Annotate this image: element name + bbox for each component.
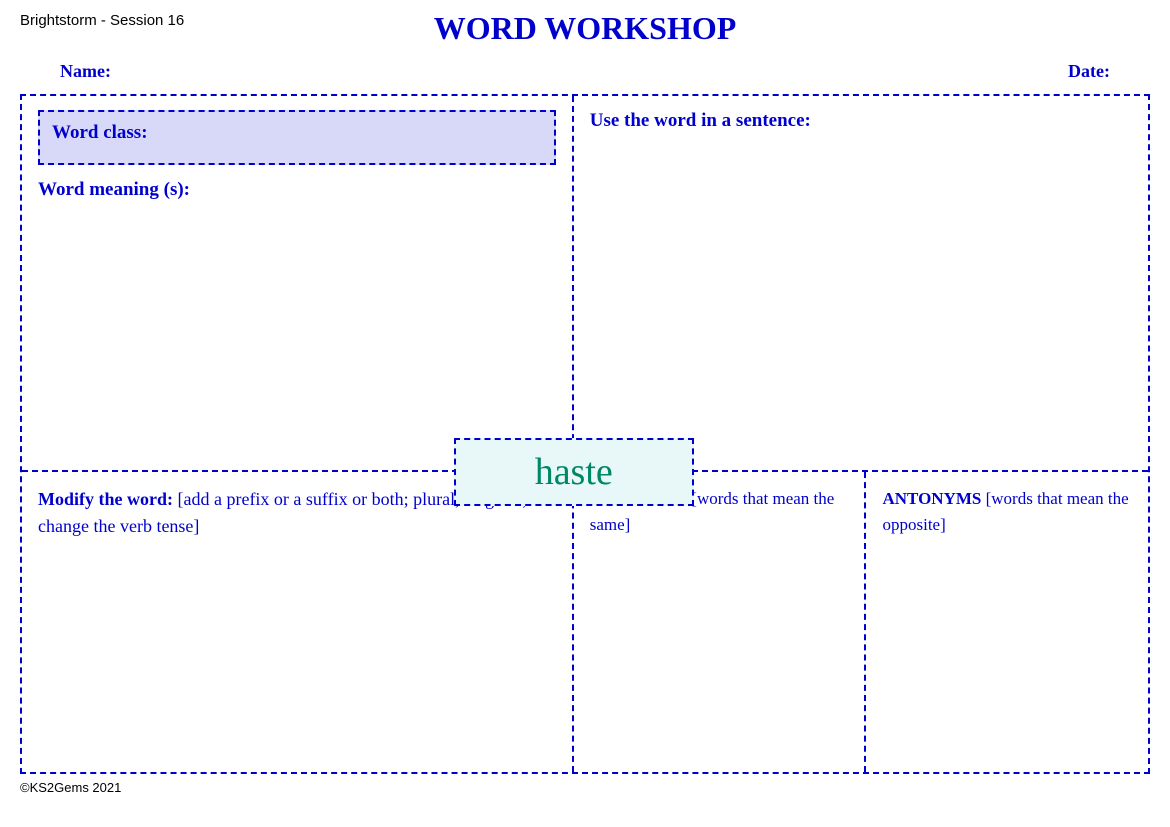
date-label: Date: (1068, 61, 1110, 82)
name-label: Name: (60, 61, 111, 82)
modify-panel: Modify the word: [add a prefix or a suff… (22, 472, 574, 772)
top-section: Word class: Word meaning (s): Use the wo… (22, 96, 1148, 472)
page-title: WORD WORKSHOP (434, 10, 737, 47)
session-label: Brightstorm - Session 16 (20, 12, 184, 29)
main-worksheet: Word class: Word meaning (s): Use the wo… (20, 94, 1150, 774)
word-class-box: Word class: (38, 110, 556, 165)
word-meaning-label: Word meaning (s): (38, 179, 556, 201)
footer: ©KS2Gems 2021 (20, 780, 1150, 795)
word-class-label: Word class: (52, 122, 148, 143)
center-word-box: haste (454, 438, 694, 506)
bottom-section: Modify the word: [add a prefix or a suff… (22, 472, 1148, 772)
center-word: haste (535, 451, 613, 493)
use-sentence-label: Use the word in a sentence: (590, 110, 1132, 132)
copyright: ©KS2Gems 2021 (20, 780, 121, 795)
antonyms-label: ANTONYMS [words that mean the opposite] (882, 486, 1132, 537)
antonyms-panel: ANTONYMS [words that mean the opposite] (866, 472, 1148, 772)
antonyms-bold: ANTONYMS (882, 489, 981, 508)
synonyms-panel: SYNONYMS [words that mean the same] (574, 472, 867, 772)
modify-bold: Modify the word: (38, 489, 173, 509)
right-panel: Use the word in a sentence: (574, 96, 1148, 470)
left-panel: Word class: Word meaning (s): (22, 96, 574, 470)
